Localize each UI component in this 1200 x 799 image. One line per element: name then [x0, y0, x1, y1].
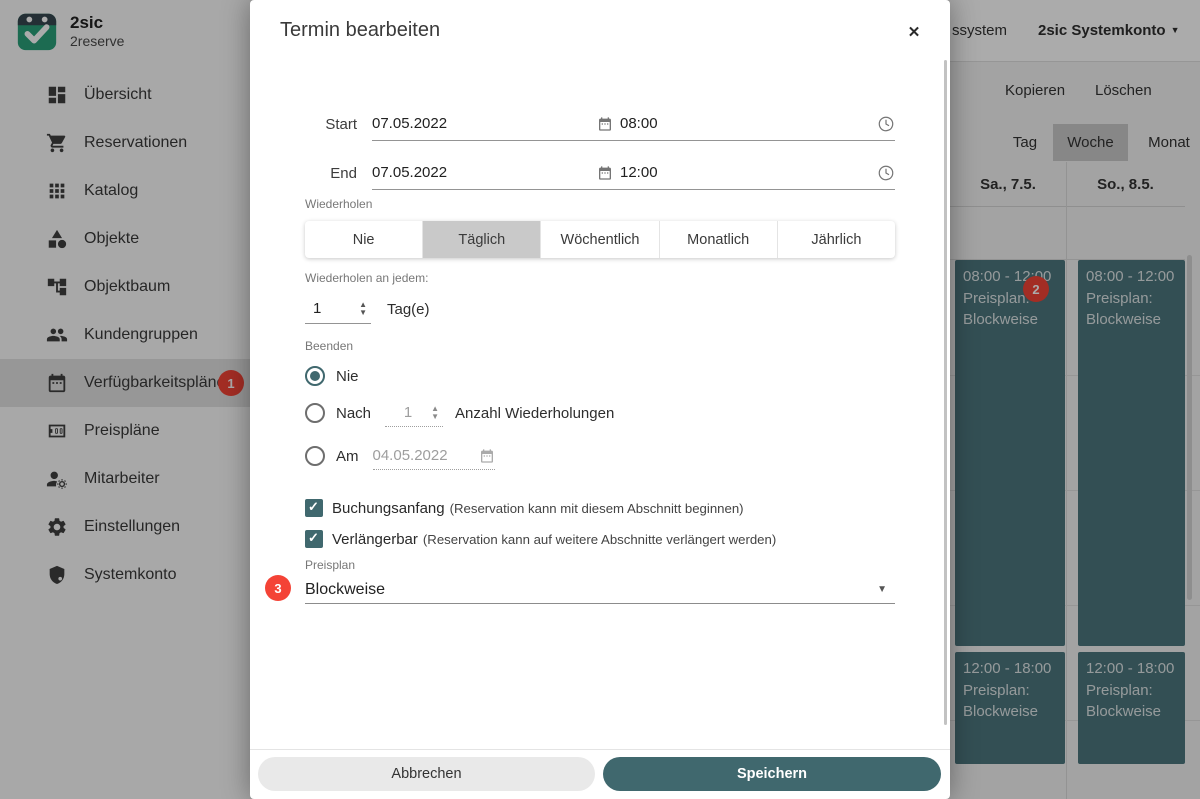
- footer-divider: [250, 749, 950, 750]
- occurrence-count-input[interactable]: 1 ▲ ▼: [385, 399, 443, 427]
- start-time-input[interactable]: 08:00: [620, 115, 658, 132]
- repeat-toggle-group: Nie Täglich Wöchentlich Monatlich Jährli…: [305, 221, 895, 258]
- end-date-picker[interactable]: 04.05.2022: [373, 442, 495, 470]
- start-row: Start 07.05.2022 08:00: [305, 107, 895, 141]
- interval-row: 1 ▲ ▼ Tag(e): [305, 294, 430, 324]
- radio-on-date[interactable]: [305, 446, 325, 466]
- repeat-every-label: Wiederholen an jedem:: [305, 271, 428, 285]
- end-date-input[interactable]: 07.05.2022: [372, 164, 597, 181]
- repeat-option-woechentlich[interactable]: Wöchentlich: [541, 221, 659, 258]
- close-button[interactable]: ✕: [902, 20, 926, 44]
- calendar-icon[interactable]: [597, 165, 613, 181]
- clock-icon[interactable]: [877, 115, 895, 133]
- dialog-title: Termin bearbeiten: [280, 19, 440, 42]
- end-time-input[interactable]: 12:00: [620, 164, 658, 181]
- select-arrow-icon: ▼: [877, 584, 887, 595]
- cancel-button[interactable]: Abbrechen: [258, 757, 595, 791]
- checkbox-booking-start[interactable]: [305, 499, 323, 517]
- priceplan-select[interactable]: Blockweise ▼: [305, 576, 895, 604]
- calendar-icon[interactable]: [597, 116, 613, 132]
- checkbox-extendable[interactable]: [305, 530, 323, 548]
- interval-unit: Tag(e): [387, 301, 430, 318]
- end-label: End: [305, 165, 357, 182]
- calendar-icon[interactable]: [479, 448, 495, 464]
- start-field: 07.05.2022 08:00: [372, 107, 895, 141]
- interval-input[interactable]: 1 ▲ ▼: [305, 294, 371, 324]
- repeat-label: Wiederholen: [305, 197, 372, 211]
- stepper-icons[interactable]: ▲ ▼: [431, 405, 439, 421]
- radio-after[interactable]: [305, 403, 325, 423]
- repeat-option-jaehrlich[interactable]: Jährlich: [778, 221, 895, 258]
- step-down-icon[interactable]: ▼: [359, 309, 367, 317]
- repeat-option-taeglich[interactable]: Täglich: [423, 221, 541, 258]
- save-button[interactable]: Speichern: [603, 757, 941, 791]
- stepper-icons[interactable]: ▲ ▼: [359, 301, 367, 317]
- modal-scrollbar[interactable]: [944, 60, 947, 725]
- ends-label: Beenden: [305, 339, 353, 353]
- ends-on-option: Am 04.05.2022: [305, 442, 495, 470]
- ends-after-option: Nach 1 ▲ ▼ Anzahl Wiederholungen: [305, 399, 614, 427]
- priceplan-badge: 3: [265, 575, 291, 601]
- clock-icon[interactable]: [877, 164, 895, 182]
- end-field: 07.05.2022 12:00: [372, 156, 895, 190]
- extendable-option: Verlängerbar (Reservation kann auf weite…: [305, 528, 776, 550]
- ends-never-option: Nie: [305, 364, 359, 388]
- end-row: End 07.05.2022 12:00: [305, 156, 895, 190]
- priceplan-label: Preisplan: [305, 558, 355, 572]
- edit-appointment-dialog: Termin bearbeiten ✕ Start 07.05.2022 08:…: [250, 0, 950, 799]
- start-label: Start: [305, 116, 357, 133]
- repeat-option-monatlich[interactable]: Monatlich: [660, 221, 778, 258]
- repeat-option-nie[interactable]: Nie: [305, 221, 423, 258]
- occurrence-suffix: Anzahl Wiederholungen: [455, 405, 614, 422]
- booking-start-option: Buchungsanfang (Reservation kann mit die…: [305, 497, 744, 519]
- close-icon: ✕: [908, 23, 921, 41]
- start-date-input[interactable]: 07.05.2022: [372, 115, 597, 132]
- radio-never[interactable]: [305, 366, 325, 386]
- step-down-icon[interactable]: ▼: [431, 413, 439, 421]
- app-stage: 2sic 2reserve Übersicht Reservationen Ka…: [0, 0, 1200, 799]
